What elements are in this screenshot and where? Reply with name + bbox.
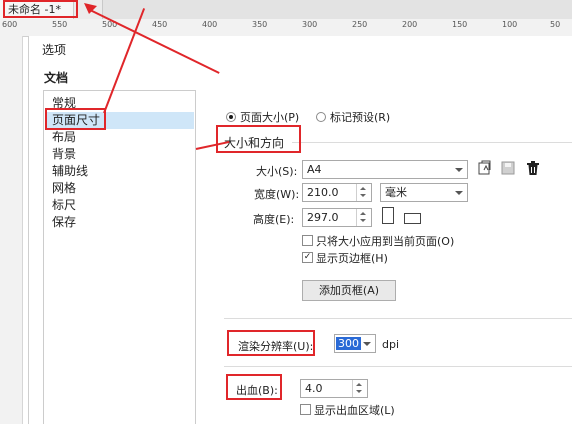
ruler-tick: 350 bbox=[252, 20, 268, 29]
ruler-tick: 150 bbox=[452, 20, 468, 29]
portrait-icon[interactable] bbox=[382, 207, 394, 224]
annotation-box-size-orientation bbox=[216, 125, 301, 153]
ruler-tick: 400 bbox=[202, 20, 218, 29]
ruler-tick: 100 bbox=[502, 20, 518, 29]
page-size-radio-label[interactable]: 页面大小(P) bbox=[240, 109, 299, 125]
group-divider bbox=[292, 142, 572, 143]
ruler-tick: 600 bbox=[2, 20, 18, 29]
apply-current-only-checkbox[interactable] bbox=[302, 235, 313, 246]
nav-item-grid[interactable]: 网格 bbox=[52, 180, 76, 197]
apply-current-only-label[interactable]: 只将大小应用到当前页面(O) bbox=[316, 233, 454, 249]
nav-item-guidelines[interactable]: 辅助线 bbox=[52, 163, 88, 180]
landscape-icon[interactable] bbox=[404, 213, 421, 224]
options-nav-list: 常规 页面尺寸 布局 背景 辅助线 网格 标尺 保存 bbox=[43, 90, 196, 424]
nav-item-background[interactable]: 背景 bbox=[52, 146, 76, 163]
label-preset-radio[interactable] bbox=[316, 112, 326, 122]
dpi-label: dpi bbox=[382, 338, 400, 351]
label-preset-radio-label[interactable]: 标记预设(R) bbox=[330, 109, 390, 125]
nav-item-rulers[interactable]: 标尺 bbox=[52, 197, 76, 214]
size-dropdown[interactable]: A4 bbox=[302, 160, 468, 179]
ruler-tick: 450 bbox=[152, 20, 168, 29]
annotation-arrowhead-icon bbox=[84, 3, 97, 14]
width-spinner[interactable] bbox=[356, 184, 371, 201]
annotation-box-document-tab bbox=[3, 0, 78, 18]
size-value: A4 bbox=[307, 163, 322, 176]
width-label: 宽度(W): bbox=[254, 188, 300, 201]
section-divider bbox=[224, 366, 572, 367]
bleed-spinner[interactable] bbox=[352, 380, 367, 397]
save-disk-icon[interactable] bbox=[501, 161, 515, 175]
show-page-border-checkbox[interactable]: ✓ bbox=[302, 252, 313, 263]
unit-dropdown[interactable]: 毫米 bbox=[380, 183, 468, 202]
height-value: 297.0 bbox=[307, 211, 339, 224]
nav-item-save[interactable]: 保存 bbox=[52, 214, 76, 231]
dialog-title: 选项 bbox=[42, 43, 67, 57]
add-border-button[interactable]: 添加页框(A) bbox=[302, 280, 396, 301]
ruler-tick: 550 bbox=[52, 20, 68, 29]
annotation-box-page-size-nav bbox=[45, 108, 106, 130]
size-label: 大小(S): bbox=[256, 165, 298, 178]
chevron-down-icon bbox=[455, 168, 463, 172]
unit-value: 毫米 bbox=[385, 186, 407, 199]
height-spinner[interactable] bbox=[356, 209, 371, 226]
chevron-down-icon bbox=[363, 342, 371, 346]
width-input[interactable]: 210.0 bbox=[302, 183, 372, 202]
render-resolution-dropdown[interactable]: 300 bbox=[334, 334, 376, 353]
page-size-radio[interactable] bbox=[226, 112, 236, 122]
height-input[interactable]: 297.0 bbox=[302, 208, 372, 227]
nav-item-layout[interactable]: 布局 bbox=[52, 129, 76, 146]
section-title: 文档 bbox=[44, 71, 69, 85]
ruler-tick: 50 bbox=[550, 20, 561, 29]
show-bleed-area-checkbox[interactable] bbox=[300, 404, 311, 415]
ruler-tick: 300 bbox=[302, 20, 318, 29]
delete-trash-icon[interactable] bbox=[526, 160, 540, 176]
bleed-value: 4.0 bbox=[305, 382, 323, 395]
section-divider bbox=[224, 318, 572, 319]
ruler-tick: 250 bbox=[352, 20, 368, 29]
annotation-box-bleed bbox=[226, 374, 282, 400]
vertical-ruler bbox=[0, 36, 23, 424]
horizontal-ruler: 600 550 500 450 400 350 300 250 200 150 … bbox=[0, 19, 572, 37]
save-preset-icon[interactable] bbox=[477, 160, 493, 176]
show-page-border-label[interactable]: 显示页边框(H) bbox=[316, 250, 388, 266]
height-label: 高度(E): bbox=[253, 213, 295, 226]
annotation-box-render-resolution bbox=[227, 330, 315, 356]
render-resolution-value: 300 bbox=[336, 337, 361, 350]
ruler-tick: 200 bbox=[402, 20, 418, 29]
show-bleed-area-label[interactable]: 显示出血区域(L) bbox=[314, 402, 395, 418]
chevron-down-icon bbox=[455, 191, 463, 195]
width-value: 210.0 bbox=[307, 186, 339, 199]
bleed-input[interactable]: 4.0 bbox=[300, 379, 368, 398]
